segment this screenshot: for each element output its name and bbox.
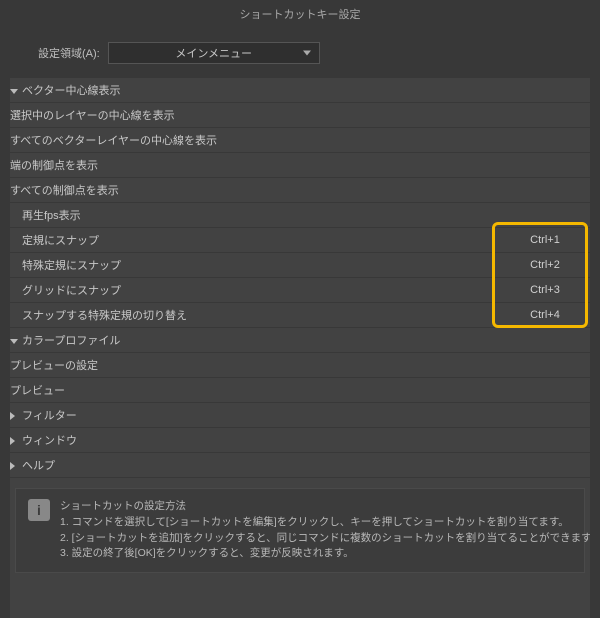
info-box: i ショートカットの設定方法 1. コマンドを選択して[ショートカットを編集]を…: [15, 488, 585, 573]
command-row[interactable]: 端の制御点を表示: [10, 153, 590, 178]
shortcut-cell[interactable]: Ctrl+1: [500, 234, 590, 246]
command-list: ベクター中心線表示選択中のレイヤーの中心線を表示すべてのベクターレイヤーの中心線…: [10, 78, 590, 618]
command-label: すべてのベクターレイヤーの中心線を表示: [10, 135, 217, 147]
command-row[interactable]: スナップする特殊定規の切り替え Ctrl+4: [10, 303, 590, 328]
command-row[interactable]: プレビュー: [10, 378, 590, 403]
chevron-right-icon[interactable]: [10, 410, 18, 422]
command-row[interactable]: 再生fps表示: [10, 203, 590, 228]
chevron-down-icon[interactable]: [10, 85, 18, 97]
shortcut-cell[interactable]: Ctrl+3: [500, 284, 590, 296]
command-row[interactable]: ベクター中心線表示: [10, 78, 590, 103]
command-label: 特殊定規にスナップ: [22, 260, 121, 272]
settings-area-label: 設定領域(A):: [38, 45, 100, 61]
settings-bar: 設定領域(A): メインメニュー: [0, 34, 600, 78]
command-label: プレビューの設定: [10, 360, 98, 372]
command-label: グリッドにスナップ: [22, 285, 121, 297]
command-label: プレビュー: [10, 385, 65, 397]
chevron-down-icon[interactable]: [10, 335, 18, 347]
command-label: ウィンドウ: [22, 435, 77, 447]
command-row[interactable]: 定規にスナップ Ctrl+1: [10, 228, 590, 253]
command-label: 端の制御点を表示: [10, 160, 98, 172]
command-label: フィルター: [22, 410, 77, 422]
dropdown-value: メインメニュー: [175, 45, 252, 61]
command-row[interactable]: 選択中のレイヤーの中心線を表示: [10, 103, 590, 128]
command-label: すべての制御点を表示: [10, 185, 119, 197]
command-row[interactable]: プレビューの設定: [10, 353, 590, 378]
command-label: 定規にスナップ: [22, 235, 99, 247]
chevron-right-icon[interactable]: [10, 435, 18, 447]
command-row[interactable]: カラープロファイル: [10, 328, 590, 353]
shortcut-cell[interactable]: Ctrl+4: [500, 309, 590, 321]
chevron-right-icon[interactable]: [10, 460, 18, 472]
command-row[interactable]: グリッドにスナップ Ctrl+3: [10, 278, 590, 303]
info-icon: i: [28, 499, 50, 521]
command-label: ヘルプ: [22, 460, 55, 472]
command-row[interactable]: ヘルプ: [10, 453, 590, 478]
settings-area-dropdown[interactable]: メインメニュー: [108, 42, 320, 64]
command-label: カラープロファイル: [22, 335, 120, 347]
dialog-title: ショートカットキー設定: [0, 0, 600, 34]
info-heading: ショートカットの設定方法: [60, 499, 590, 515]
command-row[interactable]: 特殊定規にスナップ Ctrl+2: [10, 253, 590, 278]
command-row[interactable]: すべての制御点を表示: [10, 178, 590, 203]
command-label: ベクター中心線表示: [22, 85, 121, 97]
command-row[interactable]: フィルター: [10, 403, 590, 428]
info-text: ショートカットの設定方法 1. コマンドを選択して[ショートカットを編集]をクリ…: [60, 499, 590, 562]
chevron-down-icon: [303, 51, 311, 56]
command-label: スナップする特殊定規の切り替え: [22, 310, 187, 322]
command-label: 再生fps表示: [22, 210, 81, 222]
shortcut-cell[interactable]: Ctrl+2: [500, 259, 590, 271]
command-row[interactable]: ウィンドウ: [10, 428, 590, 453]
command-row[interactable]: すべてのベクターレイヤーの中心線を表示: [10, 128, 590, 153]
command-label: 選択中のレイヤーの中心線を表示: [10, 110, 175, 122]
